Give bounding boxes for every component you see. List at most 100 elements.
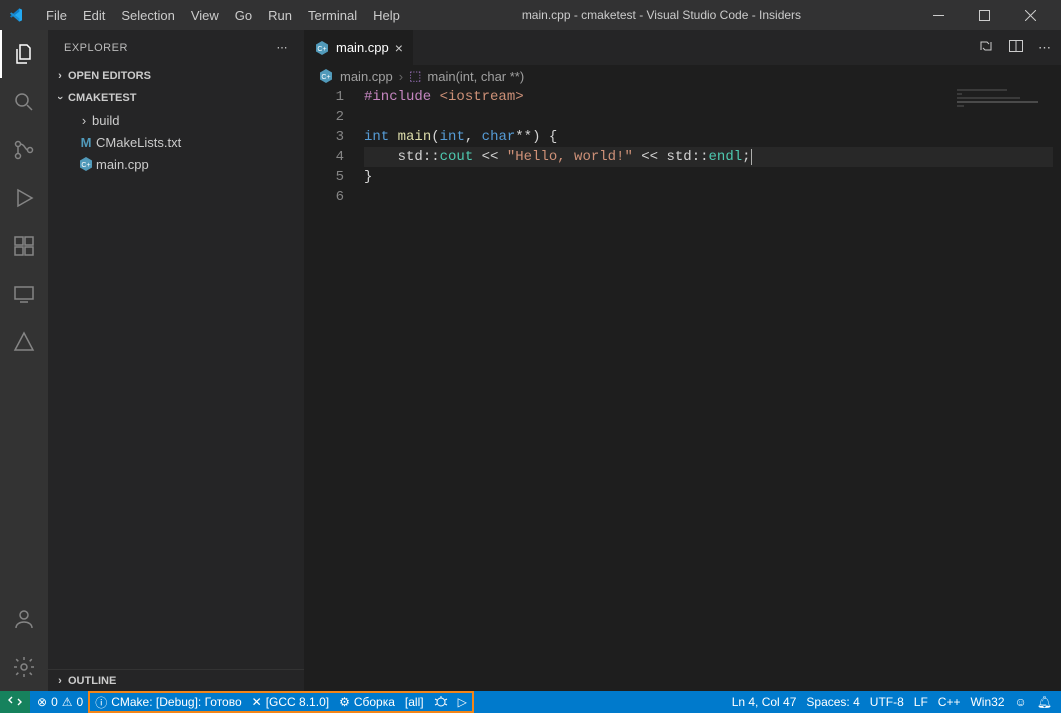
titlebar: File Edit Selection View Go Run Terminal… [0,0,1061,30]
cpp-file-icon: C+ [318,68,334,84]
activity-extensions[interactable] [0,222,48,270]
tree-folder-build[interactable]: › build [48,109,304,131]
remote-icon [8,694,22,711]
cmake-target-label: [all] [405,695,424,709]
status-language[interactable]: C++ [933,691,966,713]
line-number: 4 [304,147,364,167]
warning-icon: ⚠ [62,695,73,709]
code-line[interactable]: #include <iostream> [364,87,1053,107]
line-number: 3 [304,127,364,147]
search-icon [12,90,36,114]
files-icon [12,42,36,66]
status-remote[interactable] [0,691,30,713]
code-editor[interactable]: 1 2 3 4 5 6 #include <iostream> int main… [304,87,1061,691]
menu-file[interactable]: File [38,0,75,30]
chevron-right-icon: › [52,675,68,687]
status-cmake-debug[interactable] [429,693,453,711]
file-label: main.cpp [96,157,149,172]
status-cmake-launch[interactable]: ▷ [453,693,472,711]
outline-section[interactable]: › OUTLINE [48,669,304,691]
line-gutter: 1 2 3 4 5 6 [304,87,364,691]
status-cursor-position[interactable]: Ln 4, Col 47 [727,691,802,713]
remote-explorer-icon [12,282,36,306]
symbol-icon: ⬚ [409,68,421,84]
activity-cmake[interactable] [0,318,48,366]
code-line[interactable]: } [364,167,1053,187]
cmake-variant-label: CMake: [Debug]: Готово [111,695,241,709]
menu-run[interactable]: Run [260,0,300,30]
status-encoding[interactable]: UTF-8 [865,691,909,713]
chevron-right-icon: › [76,113,92,128]
window-title: main.cpp - cmaketest - Visual Studio Cod… [408,8,915,22]
code-line[interactable]: std::cout << "Hello, world!" << std::end… [364,147,1053,167]
minimap[interactable] [957,87,1047,137]
cmake-kit-label: [GCC 8.1.0] [266,695,329,709]
menu-edit[interactable]: Edit [75,0,113,30]
breadcrumbs[interactable]: C+ main.cpp › ⬚ main(int, char **) [304,65,1061,87]
status-problems[interactable]: ⊗0 ⚠0 [32,691,88,713]
activity-remote[interactable] [0,270,48,318]
menu-view[interactable]: View [183,0,227,30]
split-editor-icon[interactable] [1008,38,1024,57]
project-label: CMAKETEST [68,92,136,104]
tree-file-cmakelists[interactable]: M CMakeLists.txt [48,131,304,153]
line-number: 2 [304,107,364,127]
chevron-right-icon: › [52,70,68,82]
activity-run-debug[interactable] [0,174,48,222]
breadcrumb-file[interactable]: main.cpp [340,69,393,84]
tree-file-main-cpp[interactable]: C+ main.cpp [48,153,304,175]
open-editors-section[interactable]: › OPEN EDITORS [48,65,304,87]
code-lines[interactable]: #include <iostream> int main(int, char**… [364,87,1061,691]
error-icon: ⊗ [37,695,47,709]
status-cmake-build[interactable]: ⚙ Сборка [334,693,400,711]
code-line[interactable] [364,107,1053,127]
status-feedback[interactable]: ☺ [1010,691,1032,713]
breadcrumb-symbol[interactable]: main(int, char **) [427,69,524,84]
status-eol[interactable]: LF [909,691,933,713]
cmake-build-label: Сборка [354,695,395,709]
activity-settings[interactable] [0,643,48,691]
gear-icon [12,655,36,679]
status-cmake-kit[interactable]: ✕ [GCC 8.1.0] [247,693,334,711]
cmake-status-highlight: ⓘ CMake: [Debug]: Готово ✕ [GCC 8.1.0] ⚙… [88,691,474,713]
close-button[interactable] [1007,0,1053,30]
status-indentation[interactable]: Spaces: 4 [801,691,864,713]
activity-search[interactable] [0,78,48,126]
code-line[interactable]: int main(int, char**) { [364,127,1053,147]
vscode-logo-icon [8,7,24,23]
menubar: File Edit Selection View Go Run Terminal… [38,0,408,30]
tab-label: main.cpp [336,40,389,55]
editor-more-icon[interactable]: ⋯ [1038,40,1051,56]
explorer-title: EXPLORER ⋯ [48,30,304,65]
tab-actions: ⋯ [968,30,1061,65]
menu-help[interactable]: Help [365,0,408,30]
tab-main-cpp[interactable]: C+ main.cpp × [304,30,414,65]
activity-account[interactable] [0,595,48,643]
activity-explorer[interactable] [0,30,48,78]
warning-count: 0 [77,695,84,709]
line-number: 6 [304,187,364,207]
menu-terminal[interactable]: Terminal [300,0,365,30]
status-platform[interactable]: Win32 [965,691,1009,713]
menu-selection[interactable]: Selection [113,0,182,30]
menu-go[interactable]: Go [227,0,260,30]
file-icon: M [76,135,96,150]
explorer-more-icon[interactable]: ⋯ [277,41,289,54]
maximize-button[interactable] [961,0,1007,30]
bell-icon: 🔔︎ [1037,695,1052,709]
activity-scm[interactable] [0,126,48,174]
editor-tabbar: C+ main.cpp × ⋯ [304,30,1061,65]
cpp-file-icon: C+ [314,40,330,56]
cmake-icon [12,330,36,354]
open-editors-label: OPEN EDITORS [68,70,151,82]
explorer-label: EXPLORER [64,42,128,54]
project-section[interactable]: › CMAKETEST [48,87,304,109]
compare-changes-icon[interactable] [978,38,994,57]
info-icon: ⓘ [95,694,107,711]
status-notifications[interactable]: 🔔︎ [1032,691,1057,713]
tab-close-icon[interactable]: × [395,40,403,56]
status-cmake-variant[interactable]: ⓘ CMake: [Debug]: Готово [90,693,246,711]
minimize-button[interactable] [915,0,961,30]
status-cmake-target[interactable]: [all] [400,693,429,711]
code-line[interactable] [364,187,1053,207]
